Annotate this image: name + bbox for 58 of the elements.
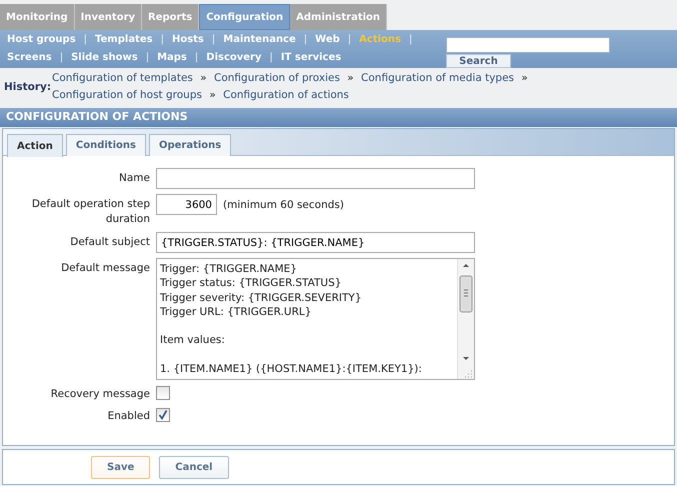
separator: |	[346, 34, 352, 45]
field-label: Name	[118, 171, 150, 186]
form-tab[interactable]: Action	[7, 134, 63, 157]
form-tab[interactable]: Conditions	[66, 134, 146, 156]
scrollbar[interactable]	[457, 259, 474, 379]
form-tab[interactable]: Operations	[148, 134, 232, 156]
separator: »	[199, 72, 208, 84]
hint-text: (minimum 60 seconds)	[223, 198, 344, 210]
menu-tab[interactable]: Configuration	[199, 4, 290, 30]
history-link[interactable]: Configuration of templates	[52, 72, 193, 84]
history-link[interactable]: Configuration of media types	[361, 72, 514, 84]
message-field[interactable]: Trigger: {TRIGGER.NAME} Trigger status: {TRIGGER.STATUS} Trigger severity: {TRIGGER.SEVERITY} Trigger URL: {TRIGGER.URL} Item values: 1. {ITEM.NAME1} ({HOST.NAME1}:{ITEM.KEY1}):	[156, 258, 475, 380]
save-button[interactable]: Save	[91, 456, 150, 478]
text-field[interactable]	[156, 168, 475, 189]
separator: |	[58, 52, 64, 63]
section-title: CONFIGURATION OF ACTIONS	[0, 108, 677, 127]
checkbox[interactable]	[156, 408, 170, 422]
menu-tab[interactable]: Administration	[290, 4, 388, 30]
field-label: Enabled	[106, 409, 150, 424]
submenu-link[interactable]: Actions	[358, 34, 402, 45]
separator: |	[82, 34, 88, 45]
submenu-link[interactable]: Screens	[6, 52, 53, 63]
separator: »	[520, 72, 529, 84]
history-link[interactable]: Configuration of proxies	[214, 72, 340, 84]
search-field[interactable]	[446, 37, 610, 53]
submenu-link[interactable]: Host groups	[6, 34, 77, 45]
separator: |	[194, 52, 200, 63]
submenu-link[interactable]: Slide shows	[70, 52, 139, 63]
separator: |	[160, 34, 165, 45]
history-label: History:	[4, 81, 50, 93]
field-label: Default subject	[69, 235, 150, 250]
field-label: Default operation step duration	[30, 197, 150, 227]
menu-tab[interactable]: Monitoring	[0, 4, 75, 30]
history-link[interactable]: Configuration of actions	[223, 89, 349, 101]
submenu-link[interactable]: Discovery	[205, 52, 262, 63]
submenu-link[interactable]: Maintenance	[222, 34, 297, 45]
checkbox[interactable]	[156, 386, 170, 400]
separator: »	[346, 72, 355, 84]
submenu-link[interactable]: Templates	[94, 34, 154, 45]
menu-tab[interactable]: Inventory	[74, 4, 142, 30]
history-link[interactable]: Configuration of host groups	[52, 89, 202, 101]
separator: »	[208, 89, 217, 101]
separator: |	[144, 52, 150, 63]
submenu-link[interactable]: Web	[314, 34, 341, 45]
cancel-button[interactable]: Cancel	[159, 456, 229, 478]
submenu-link[interactable]: Hosts	[170, 34, 205, 45]
submenu-link[interactable]: Maps	[156, 52, 188, 63]
menu-tab[interactable]: Reports	[142, 4, 200, 30]
separator: |	[302, 34, 308, 45]
search-button[interactable]: Search	[446, 54, 511, 68]
field-label: Recovery message	[50, 387, 150, 402]
number-field[interactable]: 3600	[156, 194, 217, 215]
separator: |	[408, 34, 414, 45]
separator: |	[268, 52, 274, 63]
text-field[interactable]: {TRIGGER.STATUS}: {TRIGGER.NAME}	[156, 232, 475, 253]
field-label: Default message	[60, 261, 150, 276]
separator: |	[210, 34, 216, 45]
submenu-link[interactable]: IT services	[280, 52, 342, 63]
